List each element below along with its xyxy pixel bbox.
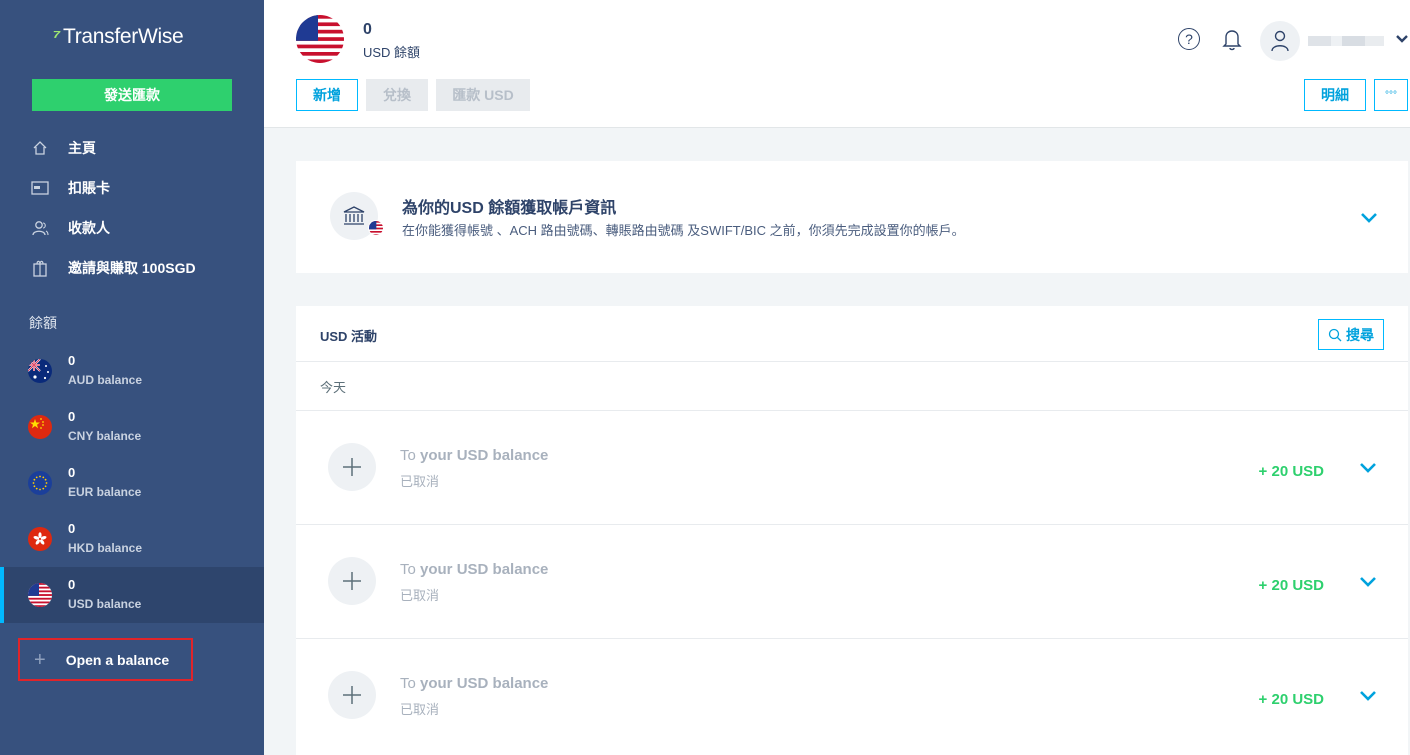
- recipients-icon: [30, 218, 50, 238]
- search-label: 搜尋: [1346, 326, 1374, 343]
- balance-label: USD balance: [68, 597, 142, 611]
- balance-item-aud[interactable]: 0 AUD balance: [0, 343, 264, 399]
- activity-prefix: To: [400, 675, 421, 692]
- balance-amount: 0: [68, 521, 76, 536]
- balances-section-label: 餘額: [29, 315, 57, 331]
- activity-row[interactable]: To your USD balance 已取消 + 20 USD: [296, 411, 1408, 525]
- activity-target: your USD balance: [420, 675, 549, 692]
- activity-title-text: To your USD balance: [400, 561, 548, 578]
- balance-label: HKD balance: [68, 541, 143, 555]
- chevron-down-icon[interactable]: [1359, 689, 1377, 701]
- activity-amount: + 20 USD: [1258, 463, 1324, 480]
- open-balance-button[interactable]: + Open a balance: [18, 638, 193, 681]
- nav-recipients-label: 收款人: [68, 220, 110, 236]
- activity-target: your USD balance: [420, 561, 549, 578]
- blurred-username: [1308, 36, 1384, 46]
- balance-currency-label: USD 餘額: [363, 45, 421, 60]
- logo-text: TransferWise: [62, 25, 184, 48]
- open-balance-label: Open a balance: [65, 651, 170, 668]
- help-icon[interactable]: ?: [1178, 28, 1200, 50]
- us-flag-icon: [368, 220, 384, 236]
- balance-label: CNY balance: [68, 429, 142, 443]
- date-group-label: 今天: [320, 380, 347, 395]
- activity-target: your USD balance: [420, 447, 549, 464]
- search-button[interactable]: 搜尋: [1318, 319, 1384, 350]
- nav-debit-card-label: 扣賬卡: [68, 180, 110, 196]
- account-details-card[interactable]: 為你的USD 餘額獲取帳戶資訊 在你能獲得帳號 、ACH 路由號碼、轉賬路由號碼…: [296, 161, 1408, 273]
- activity-prefix: To: [400, 561, 421, 578]
- more-options-button[interactable]: °°°: [1374, 79, 1408, 111]
- nav-invite[interactable]: 邀請與賺取 100SGD: [30, 256, 196, 280]
- balance-label: AUD balance: [68, 373, 143, 387]
- divider: [296, 361, 1408, 362]
- sidebar: ⁷ TransferWise 發送匯款 主頁 扣賬卡 收款人 邀請與賺取 100…: [0, 0, 264, 755]
- convert-button[interactable]: 兌換: [366, 79, 428, 111]
- send-usd-button[interactable]: 匯款 USD: [436, 79, 530, 111]
- us-flag-icon: [28, 583, 52, 607]
- balance-amount: 0: [68, 577, 76, 592]
- chevron-down-icon[interactable]: [1359, 575, 1377, 587]
- logo-mark-icon: ⁷: [50, 25, 62, 48]
- plus-icon: [328, 671, 376, 719]
- balance-item-hkd[interactable]: 0 HKD balance: [0, 511, 264, 567]
- activity-amount: + 20 USD: [1258, 577, 1324, 594]
- activity-card: USD 活動 搜尋 今天 To your USD balance 已取消 + 2…: [296, 306, 1408, 755]
- search-icon: [1328, 328, 1342, 341]
- home-icon: [30, 138, 50, 158]
- activity-prefix: To: [400, 447, 421, 464]
- nav-debit-card[interactable]: 扣賬卡: [30, 176, 110, 200]
- activity-status: 已取消: [400, 474, 440, 489]
- au-flag-icon: [28, 359, 52, 383]
- bell-icon[interactable]: [1222, 27, 1242, 51]
- plus-icon: [328, 557, 376, 605]
- plus-icon: [328, 443, 376, 491]
- activity-title-text: To your USD balance: [400, 675, 548, 692]
- gift-icon: [30, 258, 50, 278]
- balance-amount: 0: [68, 409, 76, 424]
- balance-item-eur[interactable]: 0 EUR balance: [0, 455, 264, 511]
- balance-amount: 0: [68, 353, 76, 368]
- balance-amount: 0: [363, 21, 372, 38]
- hk-flag-icon: [28, 527, 52, 551]
- details-button[interactable]: 明細: [1304, 79, 1366, 111]
- activity-row[interactable]: To your USD balance 已取消 + 20 USD: [296, 525, 1408, 639]
- balance-header: 0 USD 餘額 新增 兌換 匯款 USD ? 明細 °°°: [264, 0, 1410, 128]
- balance-label: EUR balance: [68, 485, 142, 499]
- nav-invite-label: 邀請與賺取 100SGD: [68, 260, 196, 276]
- chevron-down-icon[interactable]: [1395, 33, 1409, 47]
- account-details-title: 為你的USD 餘額獲取帳戶資訊: [402, 200, 617, 217]
- nav-recipients[interactable]: 收款人: [30, 216, 110, 240]
- plus-icon: +: [34, 648, 46, 671]
- user-avatar[interactable]: [1260, 21, 1300, 61]
- cn-flag-icon: [28, 415, 52, 439]
- add-button[interactable]: 新增: [296, 79, 358, 111]
- balance-item-usd[interactable]: 0 USD balance: [0, 567, 264, 623]
- activity-row[interactable]: To your USD balance 已取消 + 20 USD: [296, 639, 1408, 753]
- eu-flag-icon: [28, 471, 52, 495]
- balance-amount: 0: [68, 465, 76, 480]
- nav-home-label: 主頁: [68, 140, 96, 156]
- activity-title-text: To your USD balance: [400, 447, 548, 464]
- nav-home[interactable]: 主頁: [30, 136, 96, 160]
- activity-amount: + 20 USD: [1258, 691, 1324, 708]
- activity-title: USD 活動: [320, 329, 378, 344]
- activity-status: 已取消: [400, 702, 440, 717]
- card-icon: [30, 178, 50, 198]
- activity-status: 已取消: [400, 588, 440, 603]
- balance-item-cny[interactable]: 0 CNY balance: [0, 399, 264, 455]
- us-flag-icon: [296, 15, 344, 63]
- chevron-down-icon[interactable]: [1359, 461, 1377, 473]
- chevron-down-icon[interactable]: [1360, 211, 1378, 223]
- send-money-button[interactable]: 發送匯款: [32, 79, 232, 111]
- account-details-description: 在你能獲得帳號 、ACH 路由號碼、轉賬路由號碼 及SWIFT/BIC 之前，你…: [402, 223, 965, 238]
- transferwise-logo[interactable]: ⁷ TransferWise: [50, 22, 184, 52]
